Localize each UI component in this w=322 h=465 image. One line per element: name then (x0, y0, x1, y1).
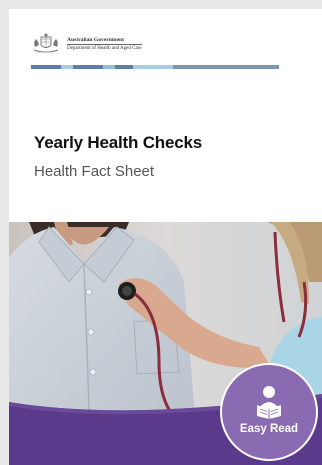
department-name: Department of Health and Aged Care (67, 43, 142, 51)
fact-sheet-cover: Australian Government Department of Heal… (9, 9, 322, 465)
government-name: Australian Government (67, 36, 125, 43)
government-logo: Australian Government Department of Heal… (31, 33, 142, 55)
easy-read-badge: Easy Read (220, 363, 318, 461)
page-subtitle: Health Fact Sheet (34, 163, 155, 180)
header-stripe (31, 65, 279, 69)
coat-of-arms-icon (33, 33, 59, 53)
easy-read-label: Easy Read (239, 423, 299, 435)
page-title: Yearly Health Checks (34, 133, 202, 152)
reader-with-book-icon (257, 386, 281, 419)
